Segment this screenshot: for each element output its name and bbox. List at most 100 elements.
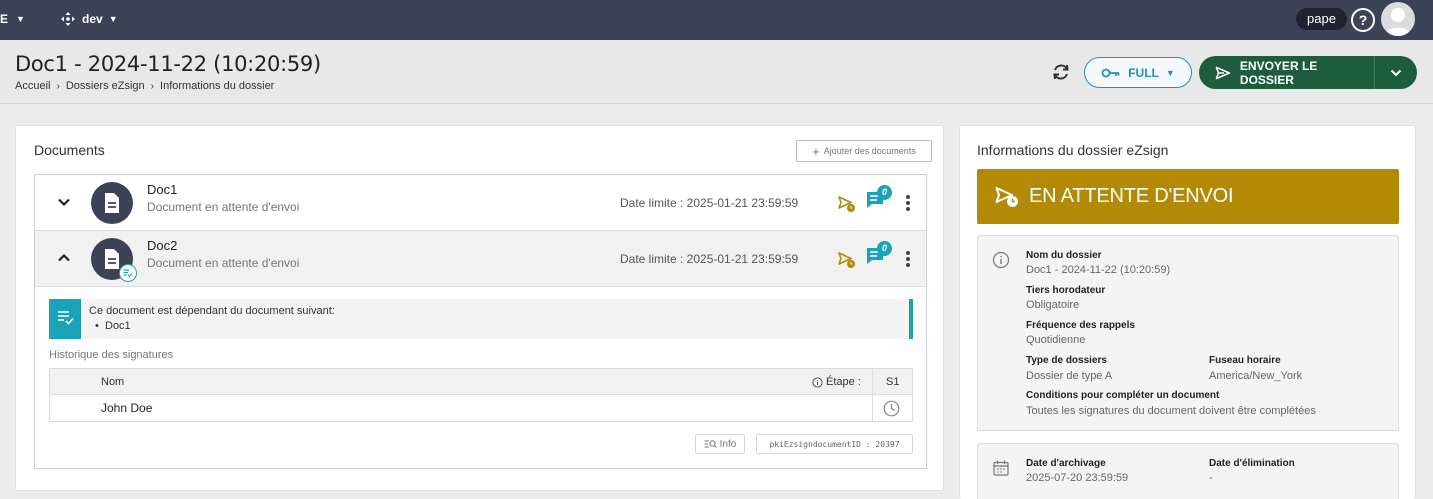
document-row[interactable]: Doc1 Document en attente d'envoi Date li… (35, 175, 926, 231)
top-navbar: E ▼ dev ▼ pape ? (0, 0, 1433, 40)
send-folder-label: ENVOYER LE DOSSIER (1239, 58, 1318, 87)
documents-title: Documents (34, 142, 105, 158)
timestamp-value: Obligatoire (1026, 299, 1080, 311)
page-title: Doc1 - 2024-11-22 (10:20:59) (15, 52, 321, 76)
signature-history-title: Historique des signatures (49, 349, 174, 361)
clock-icon (883, 400, 900, 417)
folder-name-label: Nom du dossier (1026, 250, 1102, 261)
document-list: Doc1 Document en attente d'envoi Date li… (34, 174, 927, 469)
status-banner: EN ATTENTE D'ENVOI (977, 169, 1399, 224)
info-circle-icon[interactable] (812, 376, 823, 388)
help-button[interactable]: ? (1351, 8, 1375, 32)
comment-count-badge: 0 (877, 185, 892, 200)
user-silhouette-icon (1385, 8, 1411, 36)
document-deadline: Date limite : 2025-01-21 23:59:59 (620, 252, 799, 266)
list-check-icon (58, 311, 74, 325)
info-circle-icon (992, 251, 1010, 269)
elimination-date-value: - (1209, 472, 1213, 484)
move-arrows-icon (61, 12, 75, 26)
send-folder-button[interactable]: ENVOYER LE DOSSIER (1199, 56, 1375, 89)
document-name[interactable]: Doc1 (147, 182, 177, 197)
folder-info-panel: Informations du dossier eZsign EN ATTENT… (959, 125, 1416, 499)
folder-name-value: Doc1 - 2024-11-22 (10:20:59) (1026, 264, 1171, 276)
archive-dates-card: Date d'archivage 2025-07-20 23:59:59 Dat… (977, 443, 1399, 499)
key-icon (1101, 68, 1120, 77)
document-avatar (91, 182, 133, 224)
send-folder-button-group: ENVOYER LE DOSSIER (1199, 56, 1417, 89)
archive-date-value: 2025-07-20 23:59:59 (1026, 472, 1129, 484)
info-button[interactable]: Info (695, 434, 745, 454)
document-status: Document en attente d'envoi (147, 256, 300, 270)
search-list-icon (704, 440, 717, 448)
dependency-item: Doc1 (95, 320, 131, 332)
document-id-tag: pkiEzsigndocumentID : 20397 (756, 434, 913, 454)
folder-info-title: Informations du dossier eZsign (977, 142, 1169, 158)
column-header-step: Étape : (812, 376, 861, 388)
breadcrumb-home-link[interactable]: Accueil (15, 80, 50, 92)
document-icon (105, 249, 119, 269)
reminder-label: Fréquence des rappels (1026, 320, 1135, 331)
access-level-label: FULL (1128, 65, 1159, 80)
access-level-button[interactable]: FULL ▼ (1084, 57, 1192, 88)
username-pill[interactable]: pape (1296, 8, 1347, 30)
send-pending-icon (838, 252, 855, 268)
dependency-notice: Ce document est dépendant du document su… (49, 299, 913, 339)
page-header: Doc1 - 2024-11-22 (10:20:59) Accueil › D… (0, 40, 1433, 104)
info-label: Info (719, 438, 737, 450)
signature-table-header: Nom Étape : S1 (50, 369, 912, 395)
documents-panel: Documents + Ajouter des documents Doc1 D… (15, 125, 944, 491)
org-selector-label[interactable]: E (0, 12, 8, 26)
dependency-text: Ce document est dépendant du document su… (89, 305, 335, 317)
folder-details-card: Nom du dossier Doc1 - 2024-11-22 (10:20:… (977, 235, 1399, 431)
add-documents-button[interactable]: + Ajouter des documents (796, 140, 932, 162)
dependency-badge-icon (119, 264, 137, 282)
document-row[interactable]: Doc2 Document en attente d'envoi Date li… (35, 231, 926, 287)
more-vertical-icon[interactable] (905, 194, 911, 212)
signer-name: John Doe (101, 401, 153, 415)
avatar[interactable] (1381, 2, 1415, 36)
table-row: John Doe (50, 395, 912, 421)
add-documents-label: Ajouter des documents (823, 146, 916, 156)
comment-count-badge: 0 (877, 241, 892, 256)
column-header-step-label: Étape : (826, 376, 861, 388)
calendar-icon (993, 460, 1009, 476)
signature-table: Nom Étape : S1 John Doe (49, 368, 913, 422)
plus-icon: + (812, 143, 820, 159)
column-divider (872, 395, 873, 421)
chevron-down-icon: ▼ (1165, 67, 1175, 78)
send-icon (1215, 66, 1231, 79)
document-name[interactable]: Doc2 (147, 238, 177, 253)
reminder-value: Quotidienne (1026, 334, 1086, 346)
dependency-icon-box (49, 299, 81, 339)
breadcrumb-chevron-icon: › (150, 80, 155, 92)
env-label: dev (82, 12, 103, 26)
send-pending-icon (838, 196, 855, 212)
breadcrumb-folders-link[interactable]: Dossiers eZsign (66, 80, 145, 92)
column-header-name: Nom (101, 376, 125, 388)
breadcrumb-chevron-icon: › (56, 80, 60, 92)
org-chevron-down-icon[interactable]: ▼ (16, 14, 25, 24)
env-chevron-down-icon: ▼ (108, 14, 118, 24)
status-banner-label: EN ATTENTE D'ENVOI (1029, 185, 1234, 207)
column-divider (872, 369, 873, 394)
folder-type-label: Type de dossiers (1026, 355, 1107, 366)
column-header-s1: S1 (886, 376, 900, 388)
archive-date-label: Date d'archivage (1026, 458, 1106, 469)
more-vertical-icon[interactable] (905, 250, 911, 268)
env-selector[interactable]: dev ▼ (60, 11, 118, 27)
timestamp-label: Tiers horodateur (1026, 285, 1106, 296)
conditions-value: Toutes les signatures du document doiven… (1026, 405, 1316, 417)
refresh-icon[interactable] (1050, 61, 1072, 83)
conditions-label: Conditions pour compléter un document (1026, 390, 1220, 401)
send-options-dropdown[interactable] (1375, 56, 1417, 89)
chevron-down-icon (1390, 69, 1402, 76)
send-pending-icon (995, 186, 1018, 207)
chevron-down-icon[interactable] (57, 195, 71, 209)
breadcrumb: Accueil › Dossiers eZsign › Informations… (15, 80, 274, 92)
chevron-up-icon[interactable] (57, 251, 71, 265)
breadcrumb-current: Informations du dossier (160, 80, 275, 92)
document-icon (105, 193, 119, 213)
document-deadline: Date limite : 2025-01-21 23:59:59 (620, 196, 799, 210)
folder-type-value: Dossier de type A (1026, 370, 1113, 382)
timezone-label: Fuseau horaire (1209, 355, 1281, 366)
